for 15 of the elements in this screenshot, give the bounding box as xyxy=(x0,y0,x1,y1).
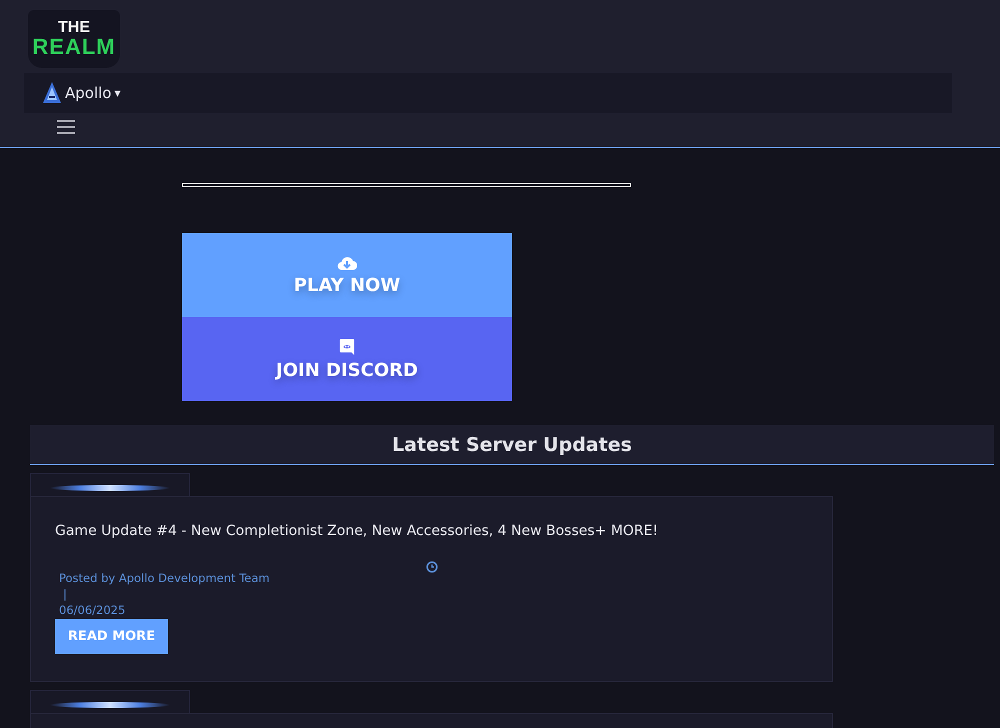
separator-text: | xyxy=(62,586,68,602)
post-author: Posted by Apollo Development Team xyxy=(59,570,271,586)
post-date: 06/06/2025 xyxy=(59,602,126,618)
join-discord-button[interactable]: JOIN DISCORD xyxy=(182,317,512,401)
discord-icon xyxy=(339,338,355,356)
read-more-button[interactable]: READ MORE xyxy=(55,619,168,654)
section-title: Latest Server Updates xyxy=(392,434,632,456)
logo[interactable]: THE REALM xyxy=(28,10,120,68)
letter-a-emblem-icon xyxy=(42,81,62,105)
menu-icon[interactable] xyxy=(57,119,75,135)
post-title: Game Update #4 - New Completionist Zone, New Accessories, 4 New Bosses+ MORE! xyxy=(55,523,660,539)
clock-icon xyxy=(426,561,438,573)
cloud-download-icon xyxy=(337,254,357,270)
server-dropdown[interactable]: Apollo ▾ xyxy=(42,81,121,105)
play-now-button[interactable]: PLAY NOW xyxy=(182,233,512,317)
